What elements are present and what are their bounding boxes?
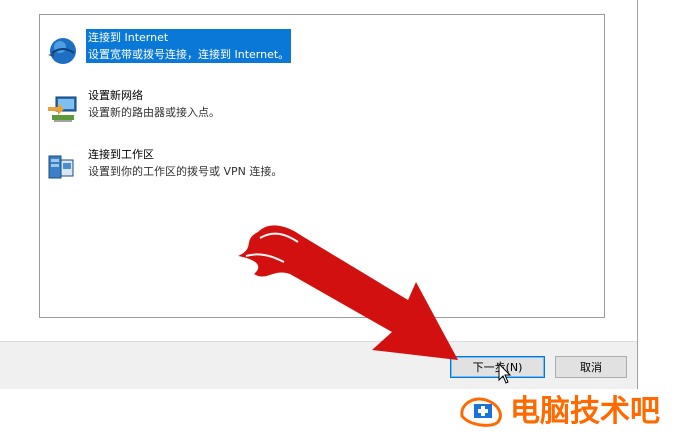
red-arrow-annotation: [238, 225, 458, 360]
option-description: 设置宽带或拨号连接，连接到 Internet。: [86, 46, 292, 63]
option-connect-workplace[interactable]: 连接到工作区 设置到你的工作区的拨号或 VPN 连接。: [46, 146, 586, 192]
globe-icon: [48, 38, 76, 64]
cancel-button[interactable]: 取消: [555, 356, 627, 378]
watermark-logo-icon: [460, 397, 502, 427]
option-title: 连接到 Internet: [86, 29, 292, 46]
option-title: 连接到工作区: [88, 148, 154, 161]
watermark-text: 电脑技术吧: [510, 394, 660, 429]
workplace-icon: [48, 155, 74, 179]
mouse-cursor-icon: [498, 363, 512, 384]
router-icon: [48, 96, 77, 122]
watermark: 电脑技术吧: [458, 392, 698, 432]
option-title: 设置新网络: [88, 89, 143, 102]
option-description: 设置新的路由器或接入点。: [88, 106, 220, 119]
option-setup-network[interactable]: 设置新网络 设置新的路由器或接入点。: [46, 87, 586, 133]
option-description: 设置到你的工作区的拨号或 VPN 连接。: [88, 165, 283, 178]
option-connect-internet[interactable]: 连接到 Internet 设置宽带或拨号连接，连接到 Internet。: [46, 29, 586, 75]
